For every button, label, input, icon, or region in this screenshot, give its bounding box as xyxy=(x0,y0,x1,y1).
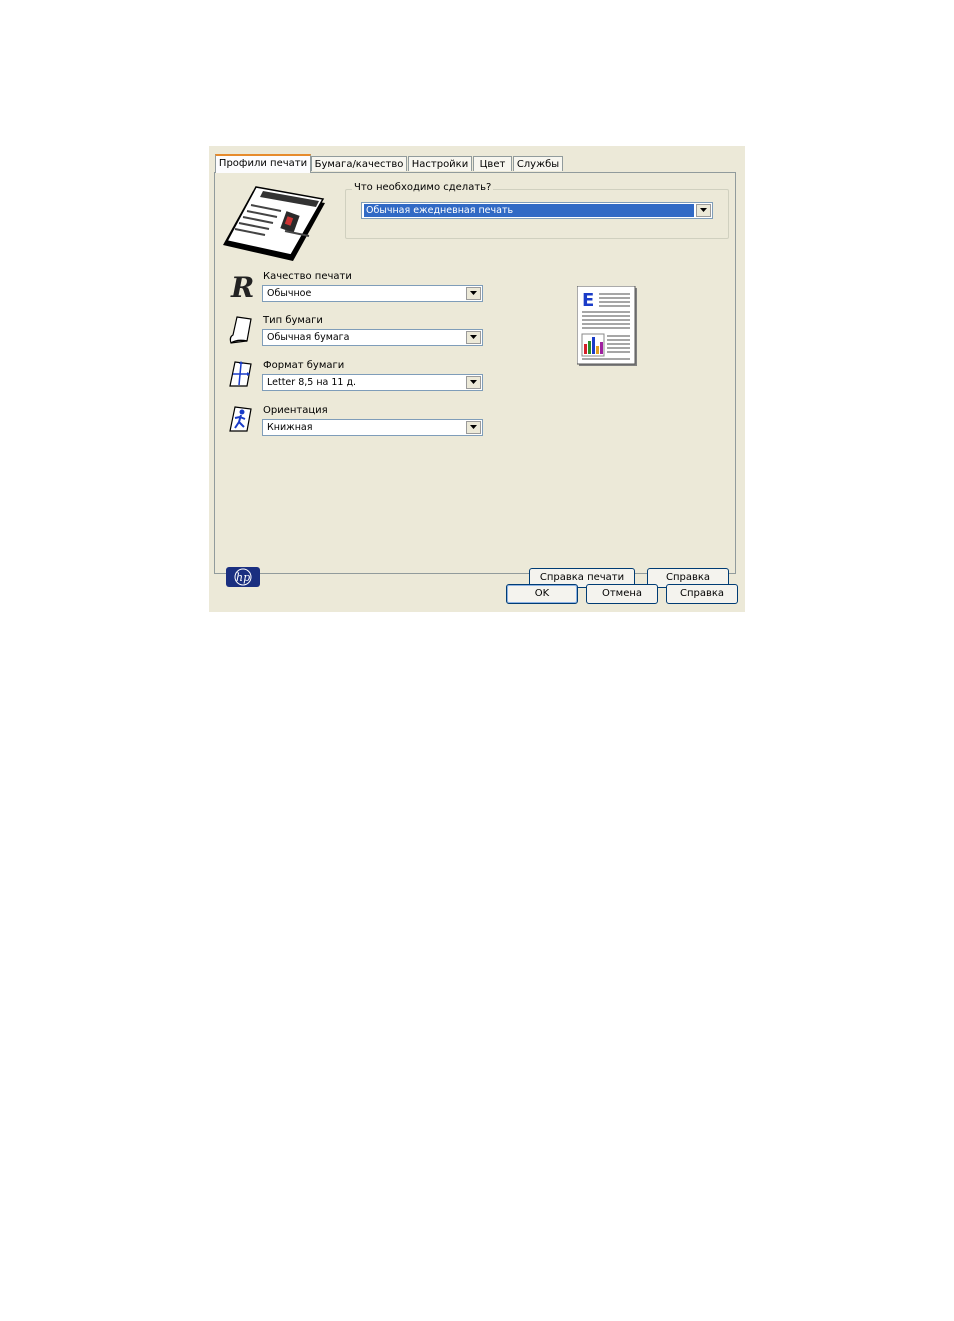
task-groupbox: Что необходимо сделать? Обычная ежедневн… xyxy=(345,182,729,239)
tab-print-profiles[interactable]: Профили печати xyxy=(215,154,311,173)
paper-type-icon xyxy=(229,316,252,344)
paper-size-icon xyxy=(229,361,252,387)
ok-button[interactable]: OK xyxy=(506,584,578,604)
quality-label: Качество печати xyxy=(263,271,352,282)
orientation-icon xyxy=(229,406,252,432)
tab-color[interactable]: Цвет xyxy=(473,156,512,171)
paper-type-value: Обычная бумага xyxy=(267,332,350,343)
tab-settings[interactable]: Настройки xyxy=(408,156,472,171)
svg-text:E: E xyxy=(582,290,594,311)
orientation-select[interactable]: Книжная xyxy=(262,419,483,436)
svg-text:hp: hp xyxy=(236,571,250,584)
quality-value: Обычное xyxy=(267,288,312,299)
paper-type-select[interactable]: Обычная бумага xyxy=(262,329,483,346)
hp-logo-icon[interactable]: hp xyxy=(226,567,260,587)
task-group-label: Что необходимо сделать? xyxy=(352,182,494,193)
chevron-down-icon[interactable] xyxy=(466,421,481,434)
printer-properties-dialog: Профили печати Бумага/качество Настройки… xyxy=(209,146,745,612)
task-select[interactable]: Обычная ежедневная печать xyxy=(361,202,713,219)
tab-panel: Что необходимо сделать? Обычная ежедневн… xyxy=(214,172,736,588)
chevron-down-icon[interactable] xyxy=(466,287,481,300)
paper-size-label: Формат бумаги xyxy=(263,360,345,371)
paper-type-label: Тип бумаги xyxy=(263,315,323,326)
tab-paper-quality[interactable]: Бумага/качество xyxy=(311,156,407,171)
chevron-down-icon[interactable] xyxy=(466,376,481,389)
chevron-down-icon[interactable] xyxy=(466,331,481,344)
orientation-label: Ориентация xyxy=(263,405,328,416)
print-quality-icon: R xyxy=(230,271,254,301)
print-profile-document-icon xyxy=(223,186,325,261)
task-selected-value: Обычная ежедневная печать xyxy=(364,204,694,217)
paper-size-select[interactable]: Letter 8,5 на 11 д. xyxy=(262,374,483,391)
quality-select[interactable]: Обычное xyxy=(262,285,483,302)
svg-text:R: R xyxy=(230,271,254,301)
page-preview-icon: E xyxy=(577,286,637,366)
paper-size-value: Letter 8,5 на 11 д. xyxy=(267,377,357,388)
cancel-button[interactable]: Отмена xyxy=(586,584,658,604)
chevron-down-icon[interactable] xyxy=(696,204,711,217)
tab-services[interactable]: Службы xyxy=(513,156,563,171)
help-button[interactable]: Справка xyxy=(666,584,738,604)
orientation-value: Книжная xyxy=(267,422,313,433)
